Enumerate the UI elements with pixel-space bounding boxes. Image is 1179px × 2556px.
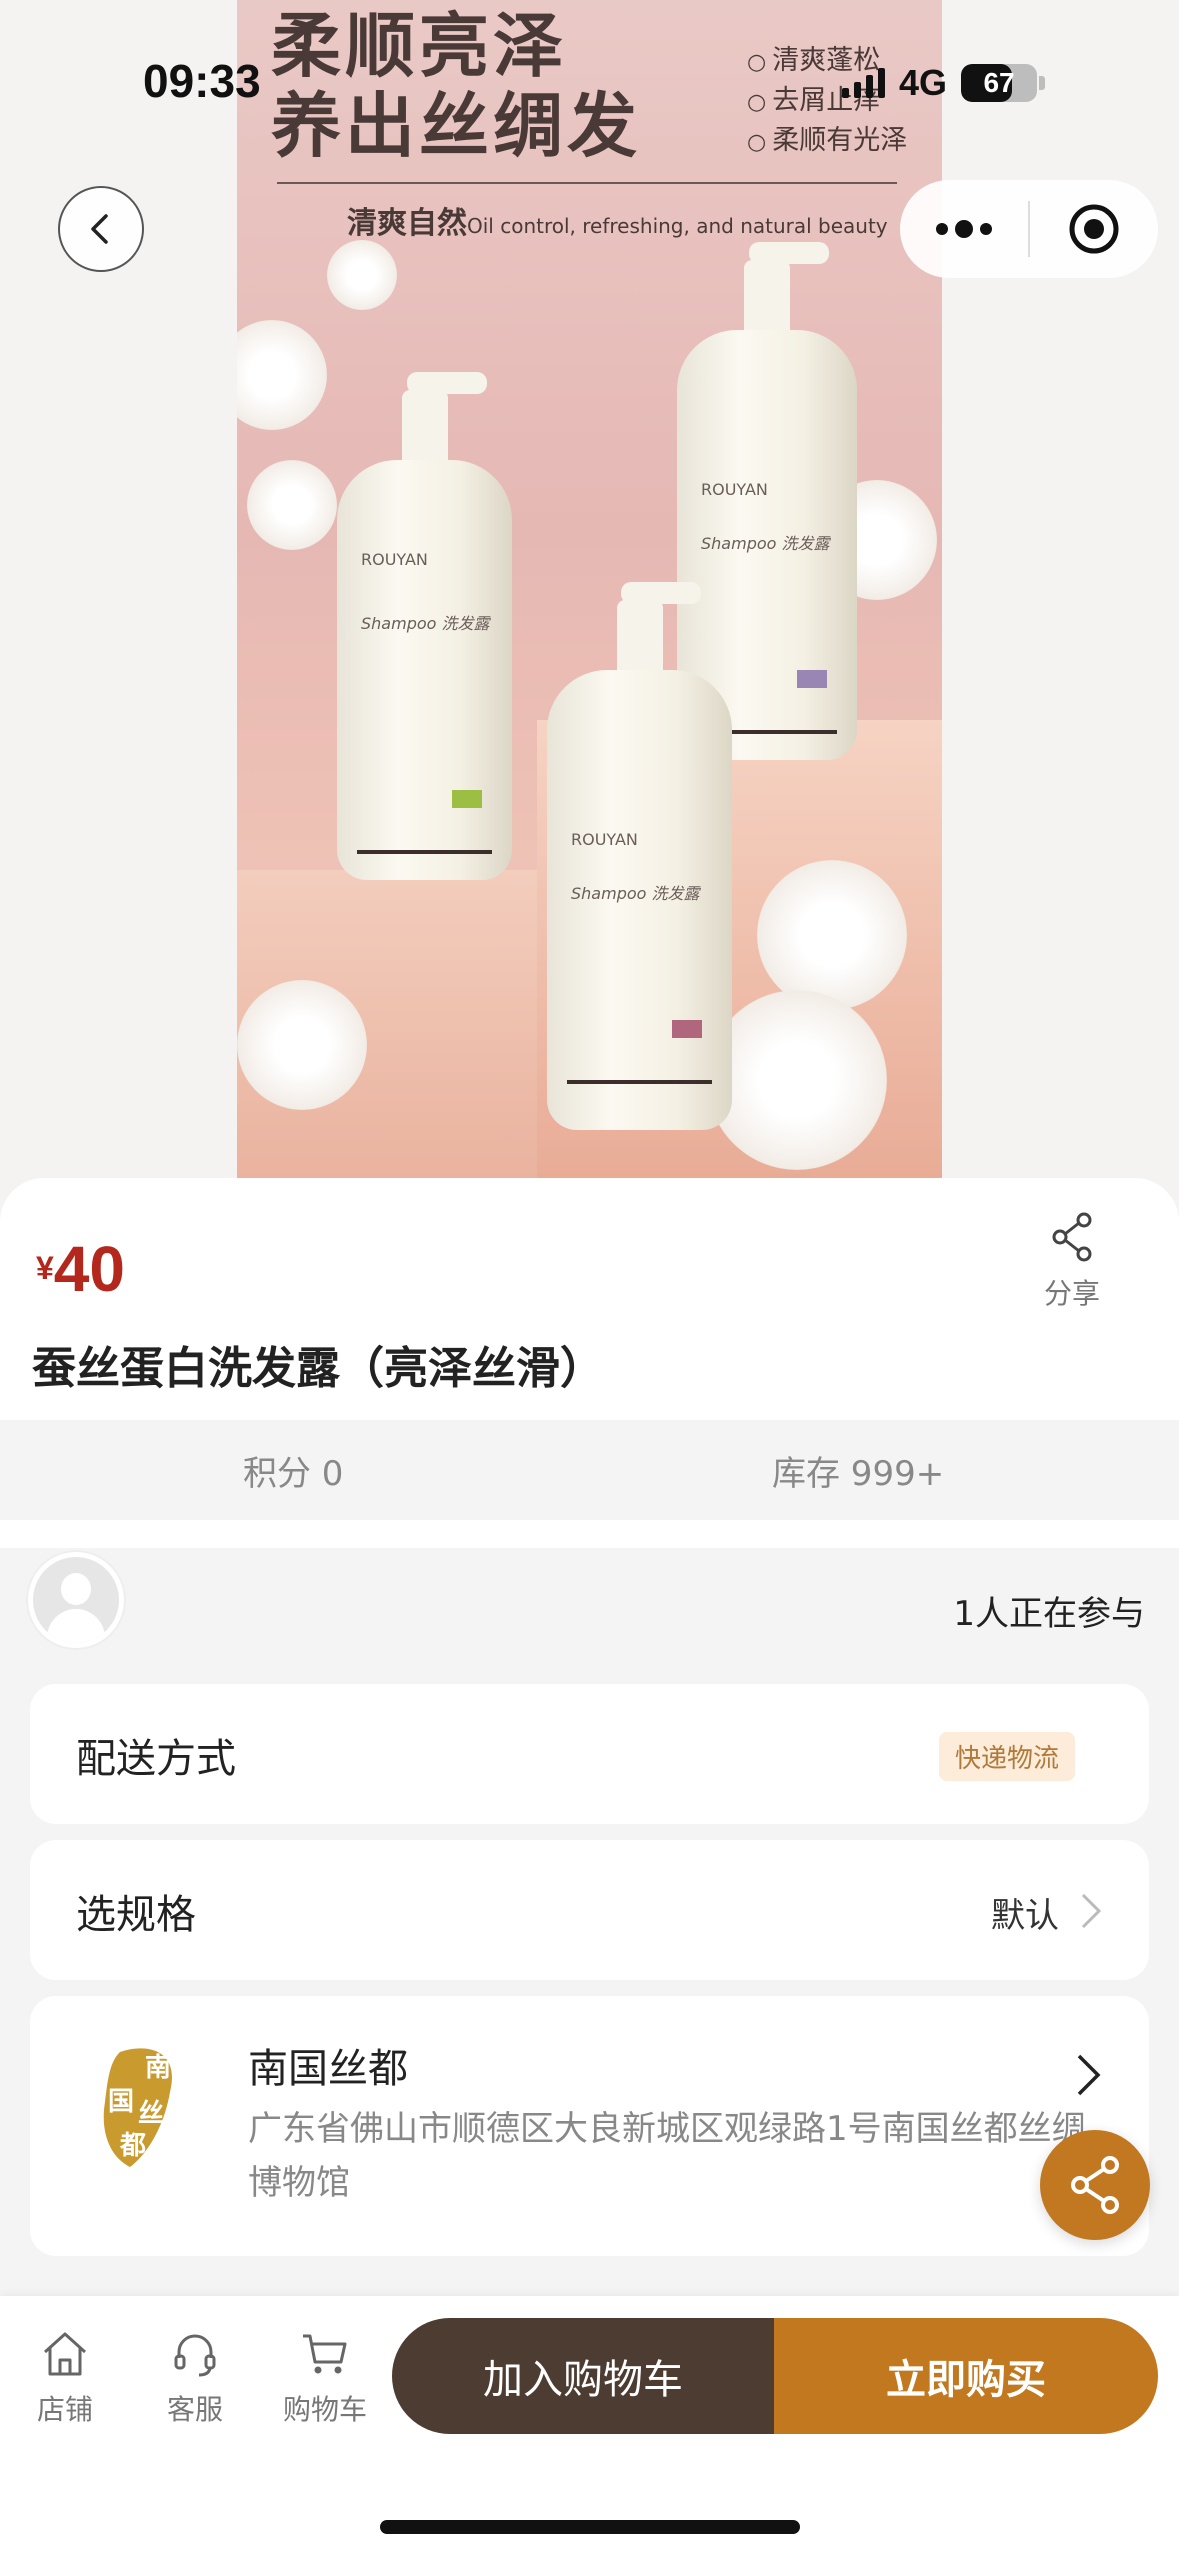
status-indicators: 4G 67 — [842, 62, 1046, 104]
shop-name: 南国丝都 — [248, 2046, 408, 2092]
product-page: { "status_bar": { "time": "09:33", "netw… — [0, 0, 1179, 2556]
spec-value: 默认 — [991, 1896, 1059, 1936]
spec-label: 选规格 — [76, 1892, 196, 1938]
nav-cart[interactable]: 购物车 — [270, 2328, 380, 2428]
stock: 库存 999+ — [772, 1454, 945, 1494]
chevron-right-icon — [1077, 2054, 1101, 2096]
flower — [237, 980, 367, 1110]
bottom-action-bar: 店铺 客服 购物车 加入购物车 立即购买 — [0, 2296, 1179, 2556]
share-icon — [1052, 1212, 1092, 1262]
currency-symbol: ¥ — [36, 1250, 54, 1286]
price: ¥40 — [36, 1232, 125, 1306]
participants-row: 1人正在参与 — [0, 1530, 1179, 1670]
battery-tip — [1039, 76, 1046, 90]
stats-row: 积分 0 库存 999+ — [0, 1420, 1179, 1520]
buy-now-button[interactable]: 立即购买 — [774, 2318, 1158, 2434]
floating-share-button[interactable] — [1040, 2130, 1150, 2240]
shampoo-bottle: ROUYAN Shampoo 洗发露 — [337, 372, 512, 880]
more-icon — [936, 220, 992, 238]
headset-icon — [174, 2334, 216, 2377]
flower — [237, 320, 327, 430]
image-divider — [277, 182, 897, 184]
store-icon — [43, 2332, 87, 2376]
flower — [327, 240, 397, 310]
participants-count: 1人正在参与 — [953, 1594, 1145, 1634]
share-button[interactable]: 分享 — [1032, 1212, 1112, 1312]
product-image[interactable]: 柔顺亮泽 养出丝绸发 清爽蓬松 去屑止痒 柔顺有光泽 清爽自然Oil contr… — [237, 0, 942, 1180]
product-title: 蚕丝蛋白洗发露（亮泽丝滑） — [32, 1343, 604, 1394]
home-indicator — [380, 2520, 800, 2534]
nav-cart-label: 购物车 — [282, 2393, 367, 2426]
nav-service-label: 客服 — [166, 2393, 223, 2426]
flower — [247, 460, 337, 550]
close-mini-program-button[interactable] — [1030, 180, 1158, 278]
nav-service[interactable]: 客服 — [140, 2328, 250, 2428]
back-button[interactable] — [58, 186, 144, 272]
flower — [757, 860, 907, 1010]
price-value: 40 — [53, 1233, 125, 1305]
points: 积分 0 — [243, 1454, 344, 1494]
svg-text:都: 都 — [119, 2131, 146, 2161]
shop-logo: 南 国 丝 都 — [103, 2048, 172, 2167]
add-to-cart-button[interactable]: 加入购物车 — [392, 2318, 774, 2434]
svg-text:国: 国 — [108, 2087, 134, 2117]
delivery-badge: 快递物流 — [938, 1732, 1075, 1781]
shop-address: 广东省佛山市顺德区大良新城区观绿路1号南国丝都丝绸博物馆 — [248, 2109, 1086, 2203]
share-icon — [1071, 2156, 1119, 2214]
network-type: 4G — [899, 62, 948, 103]
delivery-row[interactable]: 配送方式 快递物流 — [30, 1684, 1149, 1824]
battery-level: 67 — [983, 67, 1015, 98]
svg-text:丝: 丝 — [138, 2099, 164, 2129]
status-time: 09:33 — [143, 55, 261, 107]
spec-row[interactable]: 选规格 默认 — [30, 1840, 1149, 1980]
more-button[interactable] — [900, 180, 1028, 278]
image-headline: 柔顺亮泽 养出丝绸发 — [271, 4, 641, 167]
flower — [707, 990, 887, 1170]
svg-text:南: 南 — [145, 2053, 171, 2083]
shop-card[interactable]: 南 国 丝 都 南国丝都 广东省佛山市顺德区大良新城区观绿路1号南国丝都丝绸博物… — [30, 1996, 1149, 2256]
cart-icon — [303, 2334, 347, 2374]
nav-shop-label: 店铺 — [36, 2393, 93, 2426]
battery-icon: 67 — [961, 64, 1038, 102]
image-subtitle: 清爽自然Oil control, refreshing, and natural… — [347, 206, 888, 241]
share-label: 分享 — [1043, 1277, 1100, 1310]
nav-shop[interactable]: 店铺 — [10, 2328, 120, 2428]
signal-icon — [842, 68, 885, 98]
shampoo-bottle: ROUYAN Shampoo 洗发露 — [547, 582, 732, 1130]
chevron-right-icon — [1081, 1893, 1102, 1929]
back-icon — [91, 214, 108, 244]
avatar — [28, 1552, 124, 1648]
mini-program-capsule — [900, 180, 1158, 278]
delivery-label: 配送方式 — [76, 1736, 236, 1782]
target-icon — [1069, 204, 1119, 254]
